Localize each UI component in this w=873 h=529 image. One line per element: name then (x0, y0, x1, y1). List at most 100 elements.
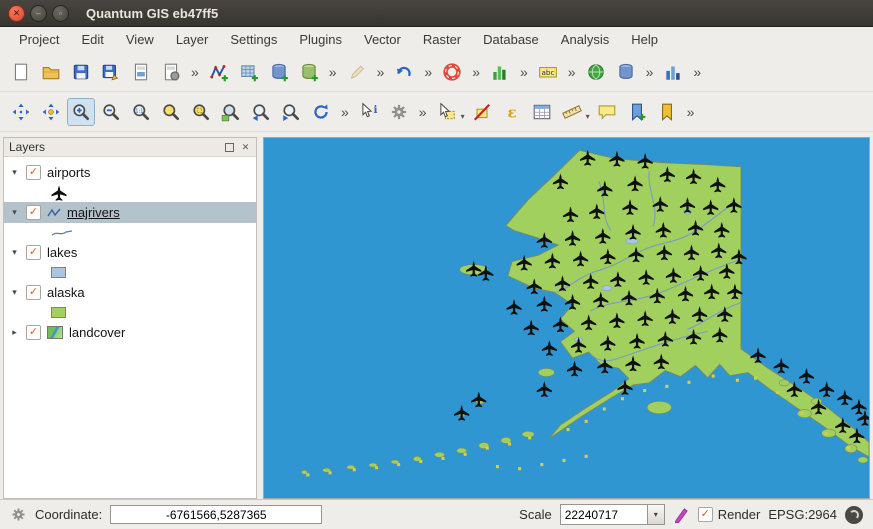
labeling-icon[interactable]: abc (534, 58, 562, 86)
scale-dropdown-icon[interactable]: ▾ (648, 504, 665, 525)
layers-panel-title: Layers (9, 140, 219, 154)
map-canvas[interactable] (263, 137, 870, 499)
save-project-icon[interactable] (67, 58, 95, 86)
web-services-icon[interactable] (582, 58, 610, 86)
pan-to-selection-icon[interactable] (37, 98, 65, 126)
layer-checkbox[interactable]: ✓ (26, 325, 41, 340)
toolbar-overflow-icon[interactable]: » (377, 64, 385, 80)
svg-text:abc: abc (541, 68, 554, 77)
layer-checkbox[interactable]: ✓ (26, 165, 41, 180)
maximize-button[interactable] (52, 5, 69, 22)
new-print-composer-icon[interactable] (127, 58, 155, 86)
zoom-to-layer-icon[interactable] (217, 98, 245, 126)
new-bookmark-icon[interactable] (623, 98, 651, 126)
menu-plugins[interactable]: Plugins (288, 29, 353, 50)
stop-rendering-icon[interactable] (673, 506, 690, 523)
undo-icon[interactable] (390, 58, 418, 86)
deselect-features-icon[interactable] (468, 98, 496, 126)
map-options-icon[interactable] (385, 98, 413, 126)
menu-edit[interactable]: Edit (70, 29, 114, 50)
menu-analysis[interactable]: Analysis (550, 29, 620, 50)
add-postgis-layer-icon[interactable] (265, 58, 293, 86)
toolbar-overflow-icon[interactable]: » (687, 104, 695, 120)
add-spatialite-layer-icon[interactable] (295, 58, 323, 86)
add-vector-layer-icon[interactable] (205, 58, 233, 86)
toolbar-overflow-icon[interactable]: » (191, 64, 199, 80)
toolbar-overflow-icon[interactable]: » (419, 104, 427, 120)
measure-dropdown-icon[interactable]: ▾ (586, 112, 590, 121)
open-project-icon[interactable] (37, 58, 65, 86)
db-manager-icon[interactable] (612, 58, 640, 86)
statistics-icon[interactable] (659, 58, 687, 86)
toolbar-overflow-icon[interactable]: » (693, 64, 701, 80)
close-button[interactable] (8, 5, 25, 22)
layer-label: lakes (47, 245, 77, 260)
identify-features-icon[interactable]: i (355, 98, 383, 126)
layer-item-lakes[interactable]: ▾ ✓ lakes (4, 242, 256, 263)
layer-item-landcover[interactable]: ▸✓landcover (4, 322, 256, 343)
zoom-out-icon[interactable] (97, 98, 125, 126)
status-gear-icon[interactable] (10, 506, 27, 523)
layer-symbol-lake-square (4, 263, 256, 282)
select-features-icon[interactable] (433, 98, 461, 126)
map-tips-icon[interactable] (593, 98, 621, 126)
toolbar-overflow-icon[interactable]: » (520, 64, 528, 80)
coordinate-input[interactable] (110, 505, 322, 524)
zoom-in-icon[interactable] (67, 98, 95, 126)
collapse-icon[interactable]: ▾ (9, 207, 20, 218)
toolbar-overflow-icon[interactable]: » (568, 64, 576, 80)
zoom-next-icon[interactable] (277, 98, 305, 126)
pan-map-icon[interactable] (7, 98, 35, 126)
zoom-to-selection-icon[interactable] (187, 98, 215, 126)
panel-close-icon[interactable] (240, 142, 251, 153)
collapse-icon[interactable]: ▾ (9, 247, 20, 258)
refresh-map-icon[interactable] (307, 98, 335, 126)
crs-status-icon[interactable] (845, 506, 863, 524)
layer-item-airports[interactable]: ▾✓airports (4, 162, 256, 183)
render-toggle[interactable]: ✓ Render (698, 507, 761, 522)
layer-symbol-land-square (4, 303, 256, 322)
new-project-icon[interactable] (7, 58, 35, 86)
show-bookmarks-icon[interactable] (653, 98, 681, 126)
zoom-native-icon[interactable]: 1:1 (127, 98, 155, 126)
measure-icon[interactable] (558, 98, 586, 126)
collapse-icon[interactable]: ▾ (9, 287, 20, 298)
toolbar-overflow-icon[interactable]: » (472, 64, 480, 80)
layer-checkbox[interactable]: ✓ (26, 245, 41, 260)
field-calculator-icon[interactable]: ε (498, 98, 526, 126)
toggle-editing-icon[interactable] (343, 58, 371, 86)
scale-input[interactable] (560, 504, 648, 525)
toolbar-overflow-icon[interactable]: » (341, 104, 349, 120)
open-attribute-table-icon[interactable] (528, 98, 556, 126)
toolbar-overflow-icon[interactable]: » (329, 64, 337, 80)
zoom-full-icon[interactable] (157, 98, 185, 126)
menu-view[interactable]: View (115, 29, 165, 50)
menu-vector[interactable]: Vector (353, 29, 412, 50)
panel-float-icon[interactable] (224, 142, 235, 153)
epsg-label: EPSG:2964 (768, 507, 837, 522)
menu-settings[interactable]: Settings (219, 29, 288, 50)
collapse-icon[interactable]: ▾ (9, 167, 20, 178)
layer-tree: ▾✓airports▾✓majrivers▾✓lakes▾✓alaska▸✓la… (4, 157, 256, 498)
toolbar-overflow-icon[interactable]: » (424, 64, 432, 80)
menu-layer[interactable]: Layer (165, 29, 220, 50)
layer-checkbox[interactable]: ✓ (26, 205, 41, 220)
menu-project[interactable]: Project (8, 29, 70, 50)
layer-item-alaska[interactable]: ▾✓alaska (4, 282, 256, 303)
save-project-as-icon[interactable] (97, 58, 125, 86)
zoom-last-icon[interactable] (247, 98, 275, 126)
expand-icon[interactable]: ▸ (9, 327, 20, 338)
raster-histogram-icon[interactable] (486, 58, 514, 86)
layer-item-majrivers[interactable]: ▾✓majrivers (4, 202, 256, 223)
help-contents-icon[interactable] (438, 58, 466, 86)
add-raster-layer-icon[interactable] (235, 58, 263, 86)
menu-database[interactable]: Database (472, 29, 550, 50)
layer-checkbox[interactable]: ✓ (26, 285, 41, 300)
menu-help[interactable]: Help (620, 29, 669, 50)
toolbar-overflow-icon[interactable]: » (646, 64, 654, 80)
minimize-button[interactable] (30, 5, 47, 22)
render-checkbox[interactable]: ✓ (698, 507, 713, 522)
menu-raster[interactable]: Raster (412, 29, 472, 50)
composer-manager-icon[interactable] (157, 58, 185, 86)
select-features-dropdown-icon[interactable]: ▾ (461, 112, 465, 121)
